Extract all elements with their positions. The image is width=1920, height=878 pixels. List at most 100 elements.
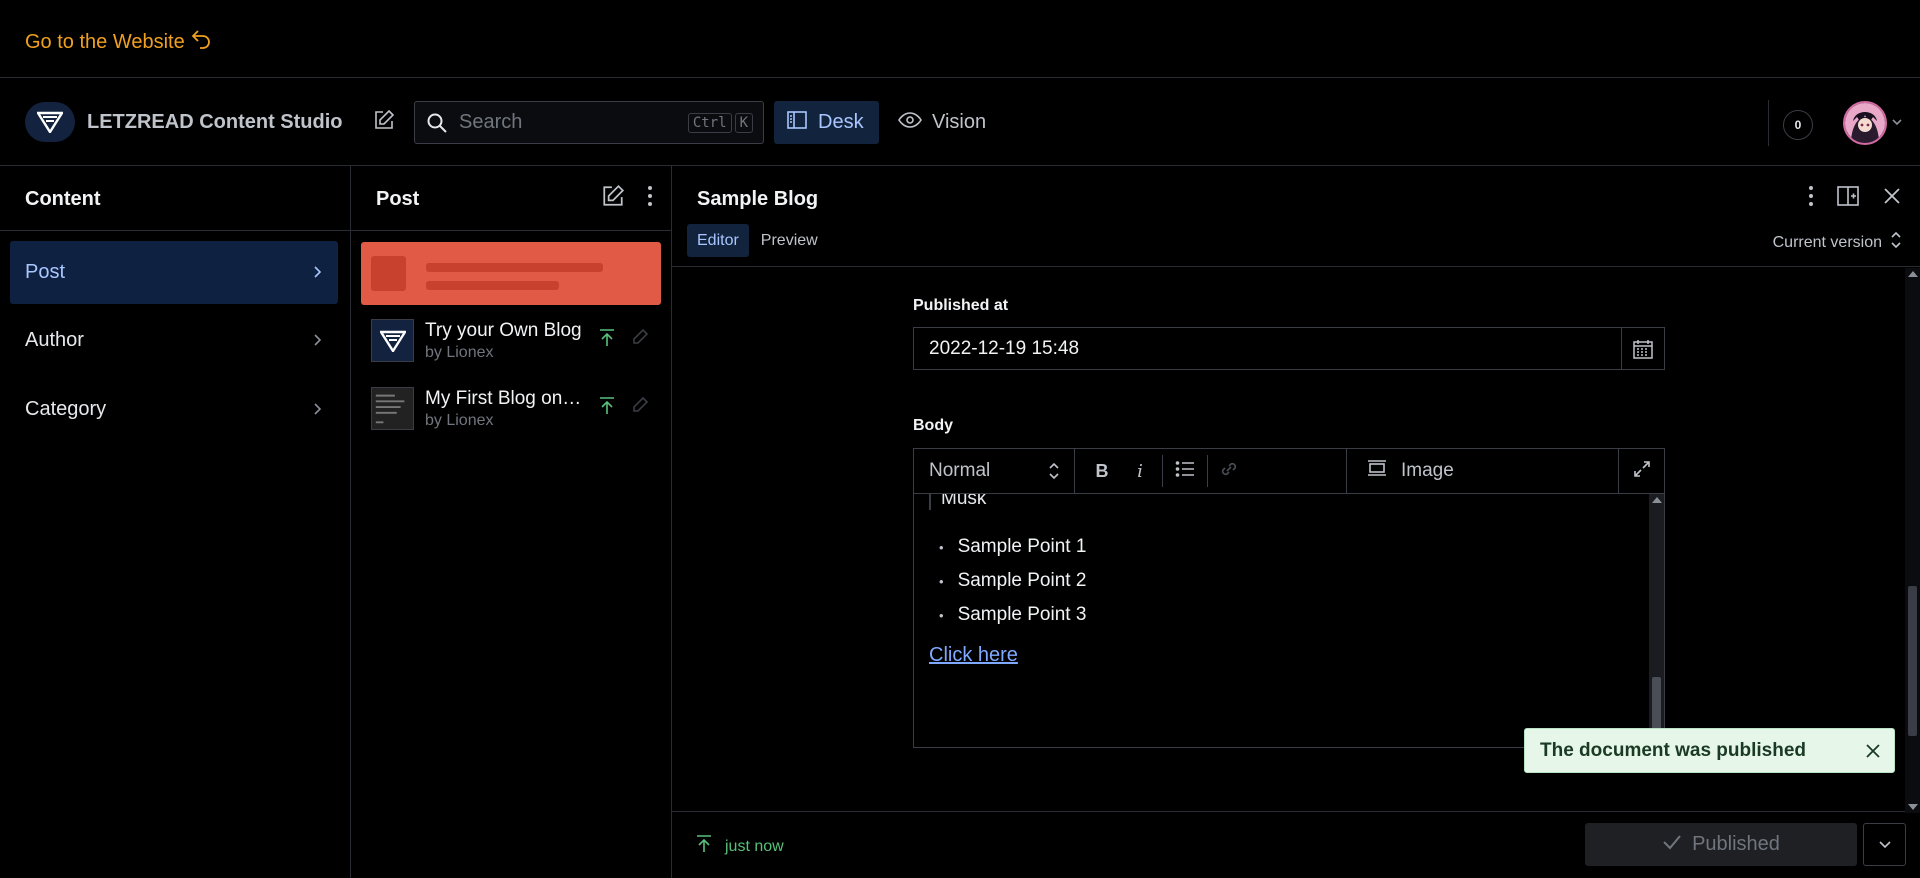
return-arrow-icon [189,27,213,57]
content-item-label: Category [25,398,107,420]
placeholder-line [426,281,559,290]
body-link[interactable]: Click here [929,644,1018,667]
content-item-author[interactable]: Author [10,309,338,372]
brand-logo-icon [25,102,75,142]
placeholder-line [426,263,603,272]
published-icon [695,834,713,859]
eye-icon [898,110,922,136]
tool-vision[interactable]: Vision [892,101,992,144]
post-list-item[interactable]: My First Blog on Sanity by Lionex [361,376,661,439]
more-options-icon[interactable] [647,184,653,213]
scroll-up-arrow[interactable] [1908,271,1918,277]
document-footer: just now Published [672,811,1920,878]
italic-button[interactable]: i [1121,449,1159,493]
editor-content[interactable]: Musk Sample Point 1 Sample Point 2 Sampl… [914,494,1648,747]
insert-image-button[interactable]: Image [1346,449,1619,493]
post-thumbnail [371,319,414,362]
blockquote-text: Musk [929,494,986,510]
brand[interactable]: LETZREAD Content Studio [25,102,343,142]
close-icon[interactable] [1864,742,1882,766]
tab-editor[interactable]: Editor [687,224,749,257]
bullet-list-icon [1175,460,1195,483]
post-pane-title: Post [376,188,420,210]
compose-icon [373,109,395,136]
publish-status-text: just now [725,837,784,855]
avatar [1843,101,1887,145]
post-thumbnail [371,387,414,430]
document-tabs: Editor Preview [687,224,828,257]
brand-title: LETZREAD Content Studio [87,110,343,133]
body-label: Body [913,417,953,434]
post-list-pane: Post Try your Own Blog by Lionex My Firs… [351,166,672,878]
fullscreen-button[interactable] [1619,449,1664,493]
chevron-down-icon [1891,114,1903,132]
notification-badge[interactable]: 0 [1783,110,1813,140]
document-scrollbar[interactable] [1905,268,1920,813]
edit-icon [631,328,649,351]
published-at-label: Published at [913,297,1009,314]
desk-icon [786,109,808,137]
toast-message: The document was published [1540,739,1807,761]
version-selector[interactable]: Current version [1773,230,1902,255]
published-icon [598,328,616,353]
publish-toast: The document was published [1524,728,1895,773]
placeholder-thumb [371,256,406,291]
chevron-right-icon [312,263,322,286]
publish-status[interactable]: just now [695,834,784,859]
post-list-item[interactable]: Try your Own Blog by Lionex [361,308,661,371]
tool-vision-label: Vision [932,111,987,133]
bullet-list: Sample Point 1 Sample Point 2 Sample Poi… [939,530,1087,632]
published-icon [598,396,616,421]
tool-desk[interactable]: Desk [774,101,879,144]
bullet-list-button[interactable] [1166,449,1204,493]
calendar-icon[interactable] [1621,328,1664,369]
published-at-field[interactable]: 2022-12-19 15:48 [913,327,1665,370]
content-item-category[interactable]: Category [10,378,338,441]
new-document-button[interactable] [368,106,400,138]
expand-icon [1633,460,1651,483]
chevron-down-icon [1878,836,1892,854]
chevron-updown-icon [1048,461,1060,487]
navbar-divider [1768,100,1769,146]
post-pane-header: Post [351,166,671,231]
search-icon [425,111,449,135]
split-pane-icon[interactable] [1836,184,1860,213]
chevron-right-icon [312,400,322,423]
search-shortcut: Ctrl K [687,112,753,133]
link-button[interactable] [1210,449,1248,493]
user-menu[interactable] [1843,101,1903,145]
chevron-updown-icon [1890,230,1902,255]
publish-menu-button[interactable] [1863,823,1906,866]
scroll-thumb[interactable] [1908,586,1917,736]
tool-desk-label: Desk [818,111,864,133]
shortcut-key-k: K [734,112,753,133]
link-icon [1219,459,1239,484]
content-item-label: Author [25,329,84,351]
search-box[interactable]: Search Ctrl K [414,101,764,144]
list-item: Sample Point 1 [939,530,1087,564]
compose-icon[interactable] [601,184,625,213]
content-item-post[interactable]: Post [10,241,338,304]
published-button-label: Published [1692,833,1780,855]
editor-scrollbar[interactable] [1649,494,1664,747]
scroll-up-arrow[interactable] [1652,497,1662,503]
scroll-down-arrow[interactable] [1908,804,1918,810]
post-title: My First Blog on Sanity [425,388,585,409]
version-label: Current version [1772,233,1882,251]
bold-button[interactable]: B [1083,449,1121,493]
text-style-value: Normal [929,460,991,481]
list-item: Sample Point 2 [939,564,1087,598]
go-to-website-link[interactable]: Go to the Website [25,27,213,57]
text-style-select[interactable]: Normal [914,449,1075,493]
body-editor[interactable]: Normal B i Image Musk • Sample Point 1 •… [913,448,1665,748]
chevron-right-icon [312,331,322,354]
search-placeholder: Search [459,111,523,133]
loading-placeholder-item[interactable] [361,242,661,305]
published-button[interactable]: Published [1585,823,1857,866]
checkmark-icon [1662,833,1682,856]
tab-preview[interactable]: Preview [751,224,828,257]
insert-image-label: Image [1401,460,1454,481]
close-icon[interactable] [1882,186,1902,211]
post-title: Try your Own Blog [425,320,582,341]
more-options-icon[interactable] [1808,184,1814,213]
